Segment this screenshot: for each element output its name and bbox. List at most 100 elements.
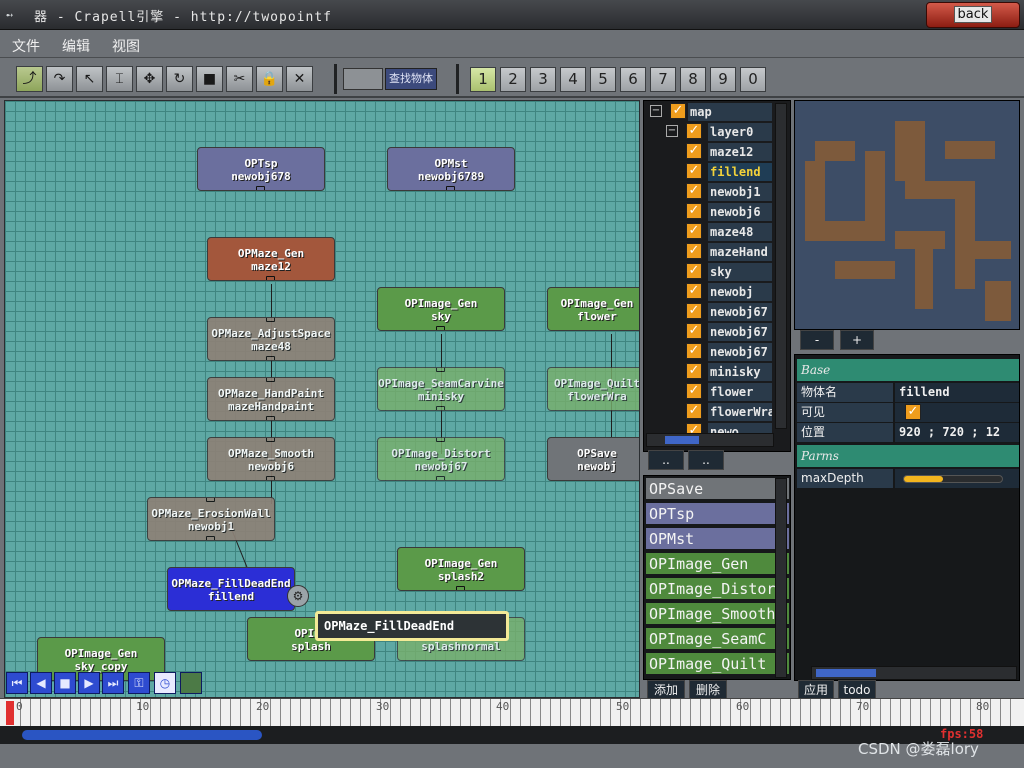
stop-tool-icon[interactable]: ■ [196,66,223,92]
tree-checkbox[interactable]: ✓ [686,383,702,399]
tree-item[interactable]: maze48 [708,223,772,241]
collapse-icon[interactable]: − [666,125,678,137]
tree-item[interactable]: newobj67 [708,303,772,321]
layer-button-5[interactable]: 5 [590,67,616,92]
tree-item[interactable]: minisky [708,363,772,381]
menu-file[interactable]: 文件 [12,36,40,56]
palette-item[interactable]: OPImage_SeamC [646,628,789,651]
gear-icon[interactable]: ⚙ [287,585,309,607]
timeline-ruler[interactable]: 0 10 20 30 40 50 60 70 80 [0,698,1024,727]
tree-checkbox[interactable]: ✓ [670,103,686,119]
tree-item[interactable]: layer0 [708,123,772,141]
graph-node[interactable]: OPImage_Distort newobj67 [377,437,505,481]
back-button[interactable]: back [926,2,1020,28]
delete-tool-icon[interactable]: ✕ [286,66,313,92]
rotate-curve-tool-icon[interactable]: ↷ [46,66,73,92]
node-graph-canvas[interactable]: OPTsp newobj678 OPMst newobj6789 OPMaze_Ge… [4,100,640,698]
visible-checkbox[interactable]: ✓ [905,404,921,420]
tree-checkbox[interactable]: ✓ [686,243,702,259]
zoom-in-button[interactable]: + [840,330,874,350]
zoom-out-button[interactable]: - [800,330,834,350]
graph-node[interactable]: OPMaze_Smooth newobj6 [207,437,335,481]
graph-node[interactable]: OPMaze_AdjustSpace maze48 [207,317,335,361]
stop-icon[interactable]: ■ [54,672,76,694]
collapse-icon[interactable]: − [650,105,662,117]
timeline-scroll-thumb[interactable] [22,730,262,740]
graph-node[interactable]: OPMaze_Gen maze12 [207,237,335,281]
graph-node-selected[interactable]: OPMaze_FillDeadEnd fillend [167,567,295,611]
menu-edit[interactable]: 编辑 [62,36,90,56]
tree-checkbox[interactable]: ✓ [686,143,702,159]
first-icon[interactable]: ⏮ [6,672,28,694]
layer-button-3[interactable]: 3 [530,67,556,92]
apply-button[interactable]: 应用 [798,680,834,700]
palette-item[interactable]: OPMst [646,528,789,551]
graph-node[interactable]: OPMst newobj6789 [387,147,515,191]
tree-item[interactable]: flowerWra [708,403,772,421]
graph-node[interactable]: OPImage_Quilt flowerWra [547,367,639,411]
tree-checkbox[interactable]: ✓ [686,323,702,339]
palette-scrollbar[interactable] [775,478,787,678]
clock-icon[interactable]: ◷ [154,672,176,694]
refresh-tool-icon[interactable]: ↻ [166,66,193,92]
tree-button[interactable]: .. [688,450,724,470]
graph-node[interactable]: OPImage_Gen splash2 [397,547,525,591]
tree-checkbox[interactable]: ✓ [686,283,702,299]
layer-button-9[interactable]: 9 [710,67,736,92]
graph-node[interactable]: OPTsp newobj678 [197,147,325,191]
tree-item[interactable]: newobj [708,283,772,301]
props-hscrollbar[interactable] [811,666,1017,680]
todo-button[interactable]: todo [838,680,876,700]
name-field[interactable]: fillend [895,383,1019,402]
palette-item[interactable]: OPTsp [646,503,789,526]
graph-node[interactable]: OPSave newobj [547,437,639,481]
tree-checkbox[interactable]: ✓ [686,403,702,419]
layer-button-7[interactable]: 7 [650,67,676,92]
color-swatch[interactable] [180,672,202,694]
graph-node[interactable]: OPMaze_ErosionWall newobj1 [147,497,275,541]
tree-item[interactable]: flower [708,383,772,401]
tree-item[interactable]: mazeHand [708,243,772,261]
tree-checkbox[interactable]: ✓ [686,303,702,319]
tree-item[interactable]: maze12 [708,143,772,161]
layer-button-1[interactable]: 1 [470,67,496,92]
layer-button-2[interactable]: 2 [500,67,526,92]
tree-item[interactable]: fillend [708,163,772,181]
app-icon[interactable]: ➻ [6,8,22,22]
search-color-swatch[interactable] [343,68,383,90]
tree-checkbox[interactable]: ✓ [686,263,702,279]
select-tool-icon[interactable]: ↖ [76,66,103,92]
prev-icon[interactable]: ◀ [30,672,52,694]
delete-button[interactable]: 删除 [689,680,727,700]
layer-button-6[interactable]: 6 [620,67,646,92]
tree-checkbox[interactable]: ✓ [686,363,702,379]
curve-tool-icon[interactable]: ⤴ [16,66,43,92]
tree-item[interactable]: newobj67 [708,323,772,341]
layer-button-8[interactable]: 8 [680,67,706,92]
move-tool-icon[interactable]: ✥ [136,66,163,92]
tree-button[interactable]: .. [648,450,684,470]
tree-checkbox[interactable]: ✓ [686,183,702,199]
tree-checkbox[interactable]: ✓ [686,163,702,179]
tree-item[interactable]: newobj67 [708,343,772,361]
last-icon[interactable]: ⏭ [102,672,124,694]
palette-item[interactable]: OPImage_Gen [646,553,789,576]
tree-item[interactable]: newobj1 [708,183,772,201]
tree-checkbox[interactable]: ✓ [686,223,702,239]
tree-scrollbar[interactable] [775,103,787,429]
layer-button-4[interactable]: 4 [560,67,586,92]
graph-node[interactable]: OPImage_Gen flower [547,287,639,331]
tree-checkbox[interactable]: ✓ [686,203,702,219]
palette-item[interactable]: OPImage_Smooth [646,603,789,626]
text-tool-icon[interactable]: ⌶ [106,66,133,92]
graph-node[interactable]: OPImage_SeamCarvine minisky [377,367,505,411]
palette-item[interactable]: OPSave [646,478,789,501]
add-button[interactable]: 添加 [647,680,685,700]
position-field[interactable]: 920 ; 720 ; 12 [895,423,1019,442]
maxdepth-slider[interactable] [903,475,1003,483]
cut-tool-icon[interactable]: ✂ [226,66,253,92]
palette-item[interactable]: OPImage_Quilt [646,653,789,676]
graph-node[interactable]: OPMaze_HandPaint mazeHandpaint [207,377,335,421]
layer-button-0[interactable]: 0 [740,67,766,92]
next-icon[interactable]: ▶ [78,672,100,694]
